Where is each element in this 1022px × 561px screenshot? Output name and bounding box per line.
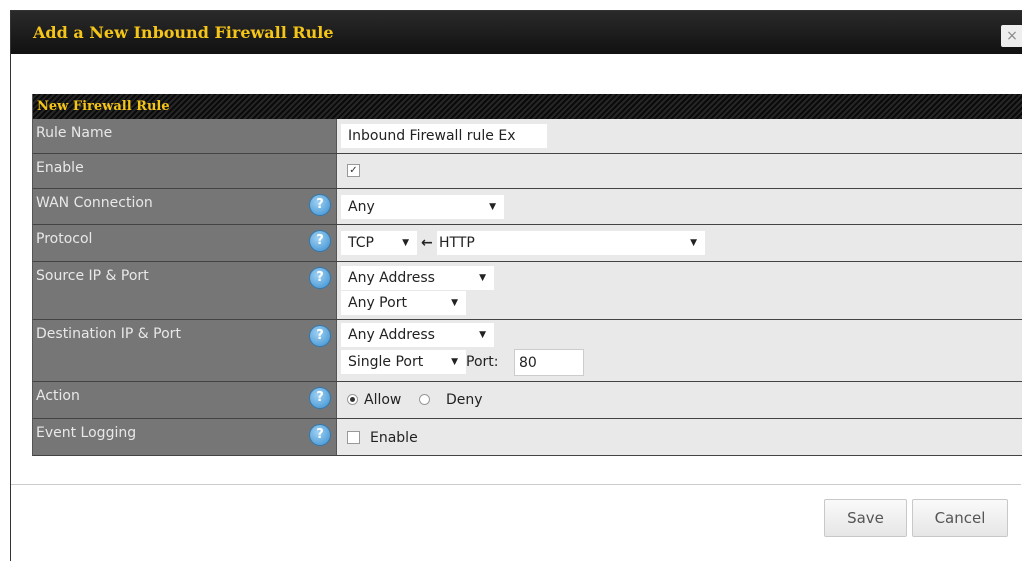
row-destination-ip-port: Destination IP & Port ? Any Address ▼ Si… <box>32 320 1022 382</box>
protocol-value: TCP <box>348 235 374 251</box>
dialog-titlebar: Add a New Inbound Firewall Rule <box>11 11 1022 54</box>
chevron-down-icon: ▼ <box>451 298 458 308</box>
protocol-select[interactable]: TCP ▼ <box>341 231 417 255</box>
dialog-title: Add a New Inbound Firewall Rule <box>33 23 334 42</box>
row-rule-name: Rule Name Inbound Firewall rule Ex <box>32 119 1022 154</box>
help-icon[interactable]: ? <box>310 388 330 408</box>
protocol-label: Protocol ? <box>33 225 337 261</box>
footer-divider <box>11 484 1021 485</box>
firewall-rule-panel: New Firewall Rule Rule Name Inbound Fire… <box>32 94 1022 456</box>
wan-connection-label-text: WAN Connection <box>36 195 153 211</box>
help-icon[interactable]: ? <box>310 268 330 288</box>
row-action: Action ? Allow Deny <box>32 382 1022 419</box>
port-label: Port: <box>466 354 499 370</box>
service-select[interactable]: HTTP ▼ <box>437 231 705 255</box>
event-logging-label: Event Logging ? <box>33 419 337 455</box>
chevron-down-icon: ▼ <box>402 238 409 248</box>
help-icon[interactable]: ? <box>310 326 330 346</box>
help-icon[interactable]: ? <box>310 231 330 251</box>
help-icon[interactable]: ? <box>310 195 330 215</box>
source-address-select[interactable]: Any Address ▼ <box>341 266 494 290</box>
save-button[interactable]: Save <box>824 499 907 537</box>
source-ip-port-label: Source IP & Port ? <box>33 262 337 319</box>
source-port-value: Any Port <box>348 295 407 311</box>
source-address-value: Any Address <box>348 270 435 286</box>
panel-header: New Firewall Rule <box>32 94 1022 119</box>
allow-radio[interactable] <box>347 394 358 405</box>
help-icon[interactable]: ? <box>310 425 330 445</box>
port-input[interactable]: 80 <box>514 349 584 376</box>
cancel-button[interactable]: Cancel <box>912 499 1008 537</box>
action-label-text: Action <box>36 388 80 404</box>
enable-label: Enable <box>33 154 337 188</box>
row-enable: Enable ✓ <box>32 154 1022 189</box>
row-event-logging: Event Logging ? Enable <box>32 419 1022 456</box>
enable-checkbox[interactable]: ✓ <box>347 164 360 177</box>
row-source-ip-port: Source IP & Port ? Any Address ▼ Any Por… <box>32 262 1022 320</box>
event-logging-checkbox[interactable] <box>347 431 360 444</box>
close-icon[interactable]: × <box>1001 25 1022 47</box>
chevron-down-icon: ▼ <box>451 357 458 367</box>
row-protocol: Protocol ? TCP ▼ ← HTTP ▼ <box>32 225 1022 262</box>
rule-name-label: Rule Name <box>33 119 337 153</box>
destination-address-select[interactable]: Any Address ▼ <box>341 323 494 347</box>
chevron-down-icon: ▼ <box>479 330 486 340</box>
destination-port-type-value: Single Port <box>348 354 424 370</box>
chevron-down-icon: ▼ <box>489 202 496 212</box>
destination-address-value: Any Address <box>348 327 435 343</box>
rule-name-input[interactable]: Inbound Firewall rule Ex <box>341 124 547 148</box>
destination-ip-port-label: Destination IP & Port ? <box>33 320 337 381</box>
wan-connection-select[interactable]: Any ▼ <box>341 195 504 219</box>
destination-port-type-select[interactable]: Single Port ▼ <box>341 350 466 374</box>
wan-connection-label: WAN Connection ? <box>33 189 337 224</box>
dialog: Add a New Inbound Firewall Rule × New Fi… <box>10 10 1022 561</box>
chevron-down-icon: ▼ <box>479 273 486 283</box>
chevron-down-icon: ▼ <box>690 238 697 248</box>
row-wan-connection: WAN Connection ? Any ▼ <box>32 189 1022 225</box>
deny-radio[interactable] <box>419 394 430 405</box>
event-logging-enable-label: Enable <box>370 430 418 446</box>
action-label: Action ? <box>33 382 337 418</box>
event-logging-label-text: Event Logging <box>36 425 137 441</box>
service-value: HTTP <box>439 235 475 251</box>
deny-label: Deny <box>446 392 483 408</box>
arrow-left-icon: ← <box>421 235 433 251</box>
allow-label: Allow <box>364 392 402 408</box>
source-ip-port-label-text: Source IP & Port <box>36 268 149 284</box>
wan-connection-value: Any <box>348 199 375 215</box>
source-port-select[interactable]: Any Port ▼ <box>341 291 466 315</box>
destination-ip-port-label-text: Destination IP & Port <box>36 326 181 342</box>
protocol-label-text: Protocol <box>36 231 93 247</box>
